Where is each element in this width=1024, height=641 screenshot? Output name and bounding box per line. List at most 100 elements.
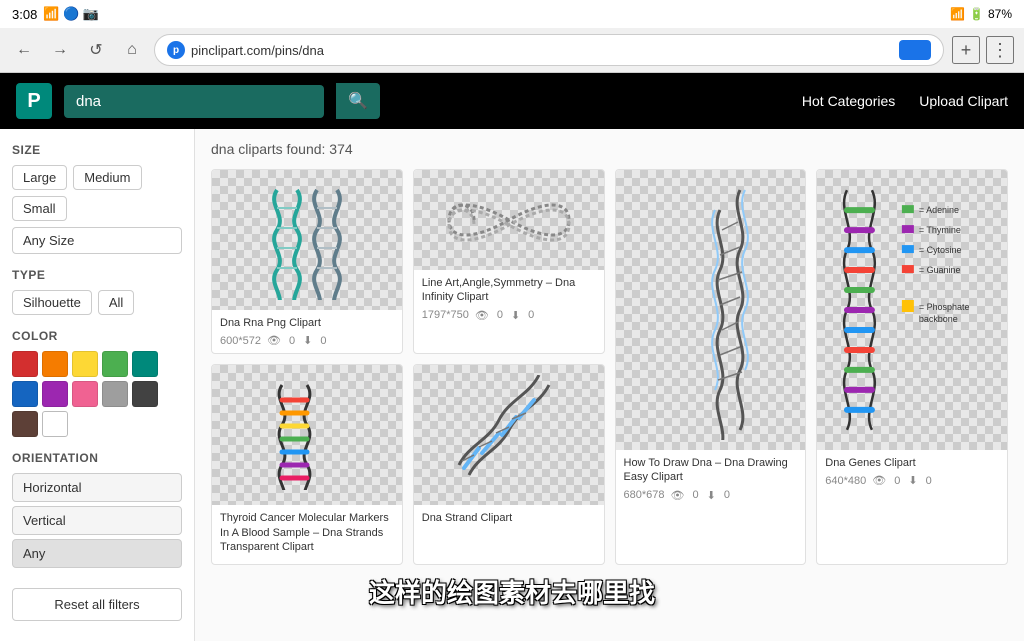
- color-blue[interactable]: [12, 381, 38, 407]
- clip-info-5: Thyroid Cancer Molecular Markers In A Bl…: [212, 505, 402, 564]
- dls-2: 0: [528, 309, 534, 321]
- orientation-filter: ORIENTATION Horizontal Vertical Any: [12, 451, 182, 568]
- dna-diagonal-svg: [454, 375, 564, 495]
- type-buttons: Silhouette All: [12, 290, 182, 315]
- battery-icon: 🔋: [969, 7, 984, 21]
- size-title: SIZE: [12, 143, 182, 157]
- clip-stats-3: 👁 0 ⬇ 0: [671, 489, 730, 502]
- dls-4: 0: [926, 475, 932, 487]
- clip-card-2[interactable]: Line Art,Angle,Symmetry – Dna Infinity C…: [413, 169, 605, 354]
- clips-grid: Dna Rna Png Clipart 600*572 👁 0 ⬇ 0: [211, 169, 1008, 565]
- clip-meta-3: 680*678 👁 0 ⬇ 0: [624, 489, 798, 502]
- menu-button[interactable]: ⋮: [986, 36, 1014, 64]
- results-header: dna cliparts found: 374: [211, 141, 1008, 157]
- dna-colorful-svg: [252, 380, 362, 490]
- tab-indicator: [899, 40, 931, 60]
- orientation-horizontal-btn[interactable]: Horizontal: [12, 473, 182, 502]
- site-logo[interactable]: P: [16, 83, 52, 119]
- dl-icon-3: ⬇: [707, 489, 716, 502]
- views-2: 0: [497, 309, 503, 321]
- color-green[interactable]: [102, 351, 128, 377]
- new-tab-button[interactable]: +: [952, 36, 980, 64]
- clip-meta-4: 640*480 👁 0 ⬇ 0: [825, 474, 999, 487]
- clip-meta-2: 1797*750 👁 0 ⬇ 0: [422, 309, 596, 322]
- color-red[interactable]: [12, 351, 38, 377]
- color-pink[interactable]: [72, 381, 98, 407]
- dl-icon-1: ⬇: [303, 334, 312, 347]
- views-4: 0: [894, 475, 900, 487]
- color-white[interactable]: [42, 411, 68, 437]
- color-yellow[interactable]: [72, 351, 98, 377]
- color-dark[interactable]: [132, 381, 158, 407]
- address-bar[interactable]: p pinclipart.com/pins/dna: [154, 34, 944, 66]
- home-button[interactable]: ⌂: [118, 36, 146, 64]
- eye-icon-2: 👁: [475, 309, 489, 322]
- status-left: 3:08 📶 🔵 📷: [12, 6, 99, 22]
- size-medium-btn[interactable]: Medium: [73, 165, 141, 190]
- clip-card-6[interactable]: Dna Strand Clipart: [413, 364, 605, 565]
- orientation-title: ORIENTATION: [12, 451, 182, 465]
- upload-clipart-link[interactable]: Upload Clipart: [919, 93, 1008, 109]
- clip-size-2: 1797*750: [422, 309, 469, 321]
- clip-card-3[interactable]: How To Draw Dna – Dna Drawing Easy Clipa…: [615, 169, 807, 565]
- clip-stats-4: 👁 0 ⬇ 0: [872, 474, 931, 487]
- dls-1: 0: [320, 335, 326, 347]
- color-teal[interactable]: [132, 351, 158, 377]
- type-all-btn[interactable]: All: [98, 290, 134, 315]
- reset-filters-btn[interactable]: Reset all filters: [12, 588, 182, 621]
- type-silhouette-btn[interactable]: Silhouette: [12, 290, 92, 315]
- any-size-btn[interactable]: Any Size: [12, 227, 182, 254]
- forward-button[interactable]: →: [46, 36, 74, 64]
- views-3: 0: [692, 489, 698, 501]
- clip-title-2: Line Art,Angle,Symmetry – Dna Infinity C…: [422, 276, 596, 305]
- clip-card-1[interactable]: Dna Rna Png Clipart 600*572 👁 0 ⬇ 0: [211, 169, 403, 354]
- content-area: dna cliparts found: 374: [195, 129, 1024, 641]
- eye-icon-3: 👁: [671, 489, 685, 502]
- back-button[interactable]: ←: [10, 36, 38, 64]
- main-layout: SIZE Large Medium Small Any Size TYPE Si…: [0, 129, 1024, 641]
- clip-card-5[interactable]: Thyroid Cancer Molecular Markers In A Bl…: [211, 364, 403, 565]
- clip-size-4: 640*480: [825, 475, 866, 487]
- svg-text:backbone: backbone: [919, 314, 958, 324]
- nav-extra: + ⋮: [952, 36, 1014, 64]
- sidebar: SIZE Large Medium Small Any Size TYPE Si…: [0, 129, 195, 641]
- clip-size-1: 600*572: [220, 335, 261, 347]
- svg-text:= Thymine: = Thymine: [919, 225, 961, 235]
- color-purple[interactable]: [42, 381, 68, 407]
- eye-icon-1: 👁: [267, 334, 281, 347]
- clip-info-2: Line Art,Angle,Symmetry – Dna Infinity C…: [414, 270, 604, 328]
- eye-icon-4: 👁: [872, 474, 886, 487]
- search-button[interactable]: 🔍: [336, 83, 380, 119]
- size-small-btn[interactable]: Small: [12, 196, 67, 221]
- color-orange[interactable]: [42, 351, 68, 377]
- color-gray[interactable]: [102, 381, 128, 407]
- orientation-vertical-btn[interactable]: Vertical: [12, 506, 182, 535]
- views-1: 0: [289, 335, 295, 347]
- browser-nav: ← → ↺ ⌂ p pinclipart.com/pins/dna + ⋮: [0, 28, 1024, 72]
- clip-card-4[interactable]: = Adenine = Thymine = Cytosine = Guanine…: [816, 169, 1008, 565]
- clip-title-4: Dna Genes Clipart: [825, 456, 999, 470]
- dl-icon-4: ⬇: [908, 474, 917, 487]
- color-brown[interactable]: [12, 411, 38, 437]
- search-input[interactable]: [64, 85, 324, 118]
- dna-pencil-svg: [660, 180, 760, 440]
- clip-thumb-6: [414, 365, 604, 505]
- clip-stats-1: 👁 0 ⬇ 0: [267, 334, 326, 347]
- refresh-button[interactable]: ↺: [82, 36, 110, 64]
- orientation-any-btn[interactable]: Any: [12, 539, 182, 568]
- svg-text:= Adenine: = Adenine: [919, 205, 959, 215]
- type-title: TYPE: [12, 268, 182, 282]
- dna-infinity-svg: [439, 180, 579, 260]
- svg-text:= Guanine: = Guanine: [919, 265, 961, 275]
- clip-meta-1: 600*572 👁 0 ⬇ 0: [220, 334, 394, 347]
- svg-text:= Phosphate: = Phosphate: [919, 302, 970, 312]
- header-links: Hot Categories Upload Clipart: [802, 93, 1008, 109]
- size-large-btn[interactable]: Large: [12, 165, 67, 190]
- browser-chrome: ← → ↺ ⌂ p pinclipart.com/pins/dna + ⋮: [0, 28, 1024, 73]
- clip-stats-2: 👁 0 ⬇ 0: [475, 309, 534, 322]
- status-bar: 3:08 📶 🔵 📷 📶 🔋 87%: [0, 0, 1024, 28]
- wifi-icon: 📶: [950, 7, 965, 21]
- color-title: COLOR: [12, 329, 182, 343]
- hot-categories-link[interactable]: Hot Categories: [802, 93, 895, 109]
- clip-title-6: Dna Strand Clipart: [422, 511, 596, 525]
